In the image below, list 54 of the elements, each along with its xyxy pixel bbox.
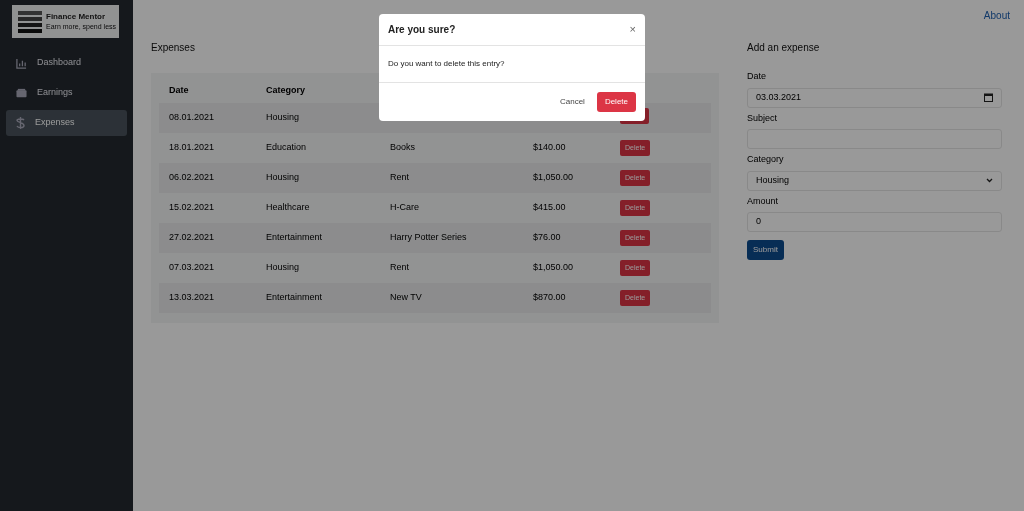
table-cell: Rent (390, 262, 409, 273)
cancel-button[interactable]: Cancel (557, 92, 587, 112)
table-cell: Entertainment (266, 292, 323, 303)
table-cell: $76.00 (533, 232, 561, 243)
sidebar-item[interactable]: Dashboard (6, 50, 127, 76)
table-cell: New TV (390, 292, 422, 303)
table-cell: $140.00 (533, 142, 566, 153)
table-cell: Housing (266, 262, 300, 273)
dollar-icon (16, 117, 25, 129)
column-header: Date (168, 84, 190, 98)
sidebar-item[interactable]: Earnings (6, 80, 127, 106)
dialog-message: Do you want to delete this entry? (388, 58, 505, 70)
input-field[interactable]: 0 (747, 212, 1002, 232)
stack-icon (18, 10, 42, 33)
table-cell: 06.02.2021 (169, 172, 215, 183)
about-link[interactable]: About (983, 8, 1010, 40)
table-cell: Rent (390, 172, 409, 183)
table-cell: Housing (266, 172, 300, 183)
table-cell: $415.00 (533, 202, 566, 213)
wallet-icon (16, 88, 27, 98)
table-cell: 08.01.2021 (169, 112, 215, 123)
field-label: Category (747, 153, 785, 166)
field-label: Subject (747, 111, 779, 125)
table-cell: $1,050.00 (533, 172, 574, 183)
chevron-down-icon (986, 178, 993, 183)
close-button[interactable]: × (629, 24, 636, 35)
field-label: Amount (747, 194, 780, 208)
delete-button[interactable]: Delete (596, 92, 636, 112)
table-cell: 15.02.2021 (169, 202, 215, 213)
table-cell: Harry Potter Series (390, 232, 467, 243)
category-select[interactable]: Housing (747, 170, 1002, 191)
dialog-title: Are you sure? (388, 23, 456, 37)
table-cell: Healthcare (266, 202, 310, 213)
calendar-icon (984, 93, 993, 102)
submit-button[interactable]: Submit (747, 240, 784, 260)
table-cell: $870.00 (533, 292, 566, 303)
form-title: Add an expense (747, 41, 821, 55)
column-header: Category (265, 84, 306, 98)
section-title: Expenses (151, 41, 195, 55)
date-field[interactable]: 03.03.2021 (747, 87, 1002, 108)
table-cell: Entertainment (266, 232, 323, 243)
bar-chart-icon (16, 57, 27, 69)
table-cell: 07.03.2021 (169, 262, 215, 273)
table-cell: 27.02.2021 (169, 232, 215, 243)
table-cell: Housing (266, 112, 300, 123)
table-cell: Books (390, 142, 415, 153)
logo-title: Finance Mentor (46, 13, 107, 21)
table-cell: 13.03.2021 (169, 292, 215, 303)
table-cell: $1,050.00 (533, 262, 574, 273)
sidebar-item[interactable]: Expenses (6, 110, 127, 136)
field-label: Date (747, 70, 767, 83)
table-cell: H-Care (390, 202, 419, 213)
table-cell: 18.01.2021 (169, 142, 215, 153)
table-cell: Education (266, 142, 307, 153)
